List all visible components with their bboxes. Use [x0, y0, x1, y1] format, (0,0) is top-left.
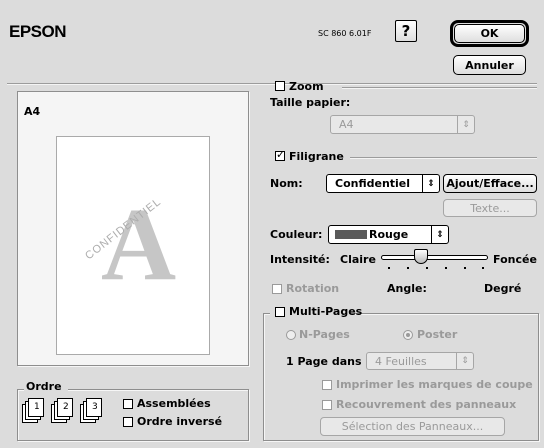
sheets-select[interactable]: 4 Feuilles ⇕ — [366, 352, 474, 370]
updown-arrow-icon: ⇕ — [456, 353, 473, 369]
poster-radio[interactable] — [403, 330, 413, 340]
updown-arrow-icon: ⇕ — [457, 116, 474, 133]
select-panels-button[interactable]: Sélection des Panneaux... — [320, 417, 505, 436]
npages-radio[interactable] — [286, 330, 296, 340]
cancel-button[interactable]: Annuler — [453, 55, 526, 75]
color-label: Couleur: — [270, 228, 323, 241]
sheets-value: 4 Feuilles — [375, 354, 427, 368]
zoom-divider — [342, 87, 537, 89]
help-button[interactable]: ? — [395, 20, 417, 42]
preview-paper-label: A4 — [24, 105, 41, 118]
check-icon: ✓ — [276, 148, 286, 161]
print-marks-label: Imprimer les marques de coupe — [336, 378, 533, 391]
watermark-name-select[interactable]: Confidentiel ⇕ — [326, 174, 440, 193]
page-number: 2 — [63, 402, 69, 412]
add-delete-button[interactable]: Ajout/Efface... — [443, 174, 537, 193]
page-order-icons: 1 2 3 — [20, 398, 112, 428]
reverse-order-checkbox[interactable] — [123, 417, 133, 427]
page-number: 1 — [34, 402, 40, 412]
intensity-slider-thumb[interactable] — [413, 249, 428, 264]
color-select[interactable]: Rouge ⇕ — [328, 225, 449, 244]
help-icon: ? — [401, 22, 411, 40]
intensity-slider-track[interactable] — [381, 255, 488, 260]
angle-label: Angle: — [387, 282, 427, 295]
preview-page: A CONFIDENTIEL — [56, 136, 210, 355]
slider-ticks — [388, 267, 484, 269]
intensity-min-label: Claire — [340, 253, 376, 266]
intensity-max-label: Foncée — [493, 253, 537, 266]
poster-label: Poster — [417, 328, 458, 341]
color-swatch — [335, 230, 367, 239]
updown-arrow-icon: ⇕ — [422, 175, 439, 192]
page-in-label: 1 Page dans — [286, 355, 362, 368]
npages-label: N-Pages — [299, 328, 350, 341]
multipages-label: Multi-Pages — [289, 305, 363, 318]
text-button[interactable]: Texte... — [443, 199, 537, 217]
version-label: SC 860 6.01F — [318, 29, 372, 38]
assembled-checkbox[interactable] — [123, 399, 133, 409]
paper-size-label: Taille papier: — [270, 96, 351, 109]
overlap-checkbox[interactable] — [322, 400, 332, 410]
intensity-label: Intensité: — [270, 253, 330, 266]
assembled-label: Assemblées — [137, 397, 211, 410]
name-label: Nom: — [270, 177, 303, 190]
rotation-label: Rotation — [286, 282, 340, 295]
print-marks-checkbox[interactable] — [322, 380, 332, 390]
header-divider — [7, 83, 537, 85]
zoom-checkbox[interactable] — [275, 81, 285, 91]
zoom-label: Zoom — [289, 80, 324, 93]
ordre-label: Ordre — [26, 380, 62, 393]
rotation-checkbox[interactable] — [272, 284, 282, 294]
page-number: 3 — [92, 402, 98, 412]
brand-logo: EPSON — [9, 22, 67, 41]
filigrane-label: Filigrane — [289, 150, 344, 163]
ok-button[interactable]: OK — [454, 24, 525, 43]
watermark-name-value: Confidentiel — [335, 177, 411, 190]
filigrane-divider — [350, 157, 537, 159]
filigrane-checkbox[interactable]: ✓ — [275, 148, 286, 161]
paper-size-value: A4 — [339, 118, 354, 131]
overlap-label: Recouvrement des panneaux — [336, 398, 517, 411]
paper-size-select[interactable]: A4 ⇕ — [330, 115, 475, 134]
multipages-checkbox[interactable] — [275, 307, 285, 317]
reverse-order-label: Ordre inversé — [137, 415, 223, 428]
angle-unit: Degré — [484, 282, 522, 295]
updown-arrow-icon: ⇕ — [431, 226, 448, 243]
